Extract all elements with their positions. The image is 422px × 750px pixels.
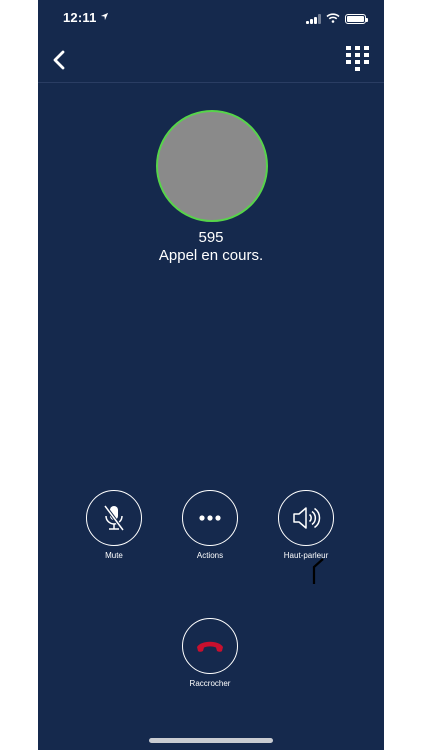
speaker-label: Haut-parleur [283,551,329,560]
hangup-label: Raccrocher [189,679,231,688]
actions-control: Actions [170,490,250,560]
status-time: 12:11 [63,10,97,25]
battery-icon [345,13,368,24]
mute-button[interactable] [86,490,142,546]
hangup-button[interactable] [182,618,238,674]
mute-control: Mute [74,490,154,560]
call-status: Appel en cours. [158,247,264,264]
phone-hangup-icon [197,641,223,652]
more-dots-icon [199,515,221,521]
chevron-left-icon [53,50,65,70]
nav-bar [38,38,384,83]
status-indicators [306,11,368,26]
status-bar: 12:11 [38,0,384,36]
dialpad-icon [346,46,369,71]
speaker-control: Haut-parleur [266,490,346,560]
actions-button[interactable] [182,490,238,546]
call-screen: 12:11 595 Appel en cours. Mute Actions H… [38,0,384,750]
caller-avatar [156,110,268,222]
cursor-icon [308,556,326,591]
hangup-control: Raccrocher [170,618,250,688]
cellular-signal-icon [306,13,321,24]
microphone-muted-icon [103,504,125,532]
mute-label: Mute [105,551,123,560]
caller-number: 595 [198,229,224,246]
location-arrow-icon [100,9,109,24]
actions-label: Actions [196,551,224,560]
speaker-icon [293,507,321,529]
home-indicator[interactable] [149,738,273,743]
speaker-button[interactable] [278,490,334,546]
wifi-icon [326,11,340,26]
back-button[interactable] [48,48,72,72]
dialpad-button[interactable] [344,44,372,76]
